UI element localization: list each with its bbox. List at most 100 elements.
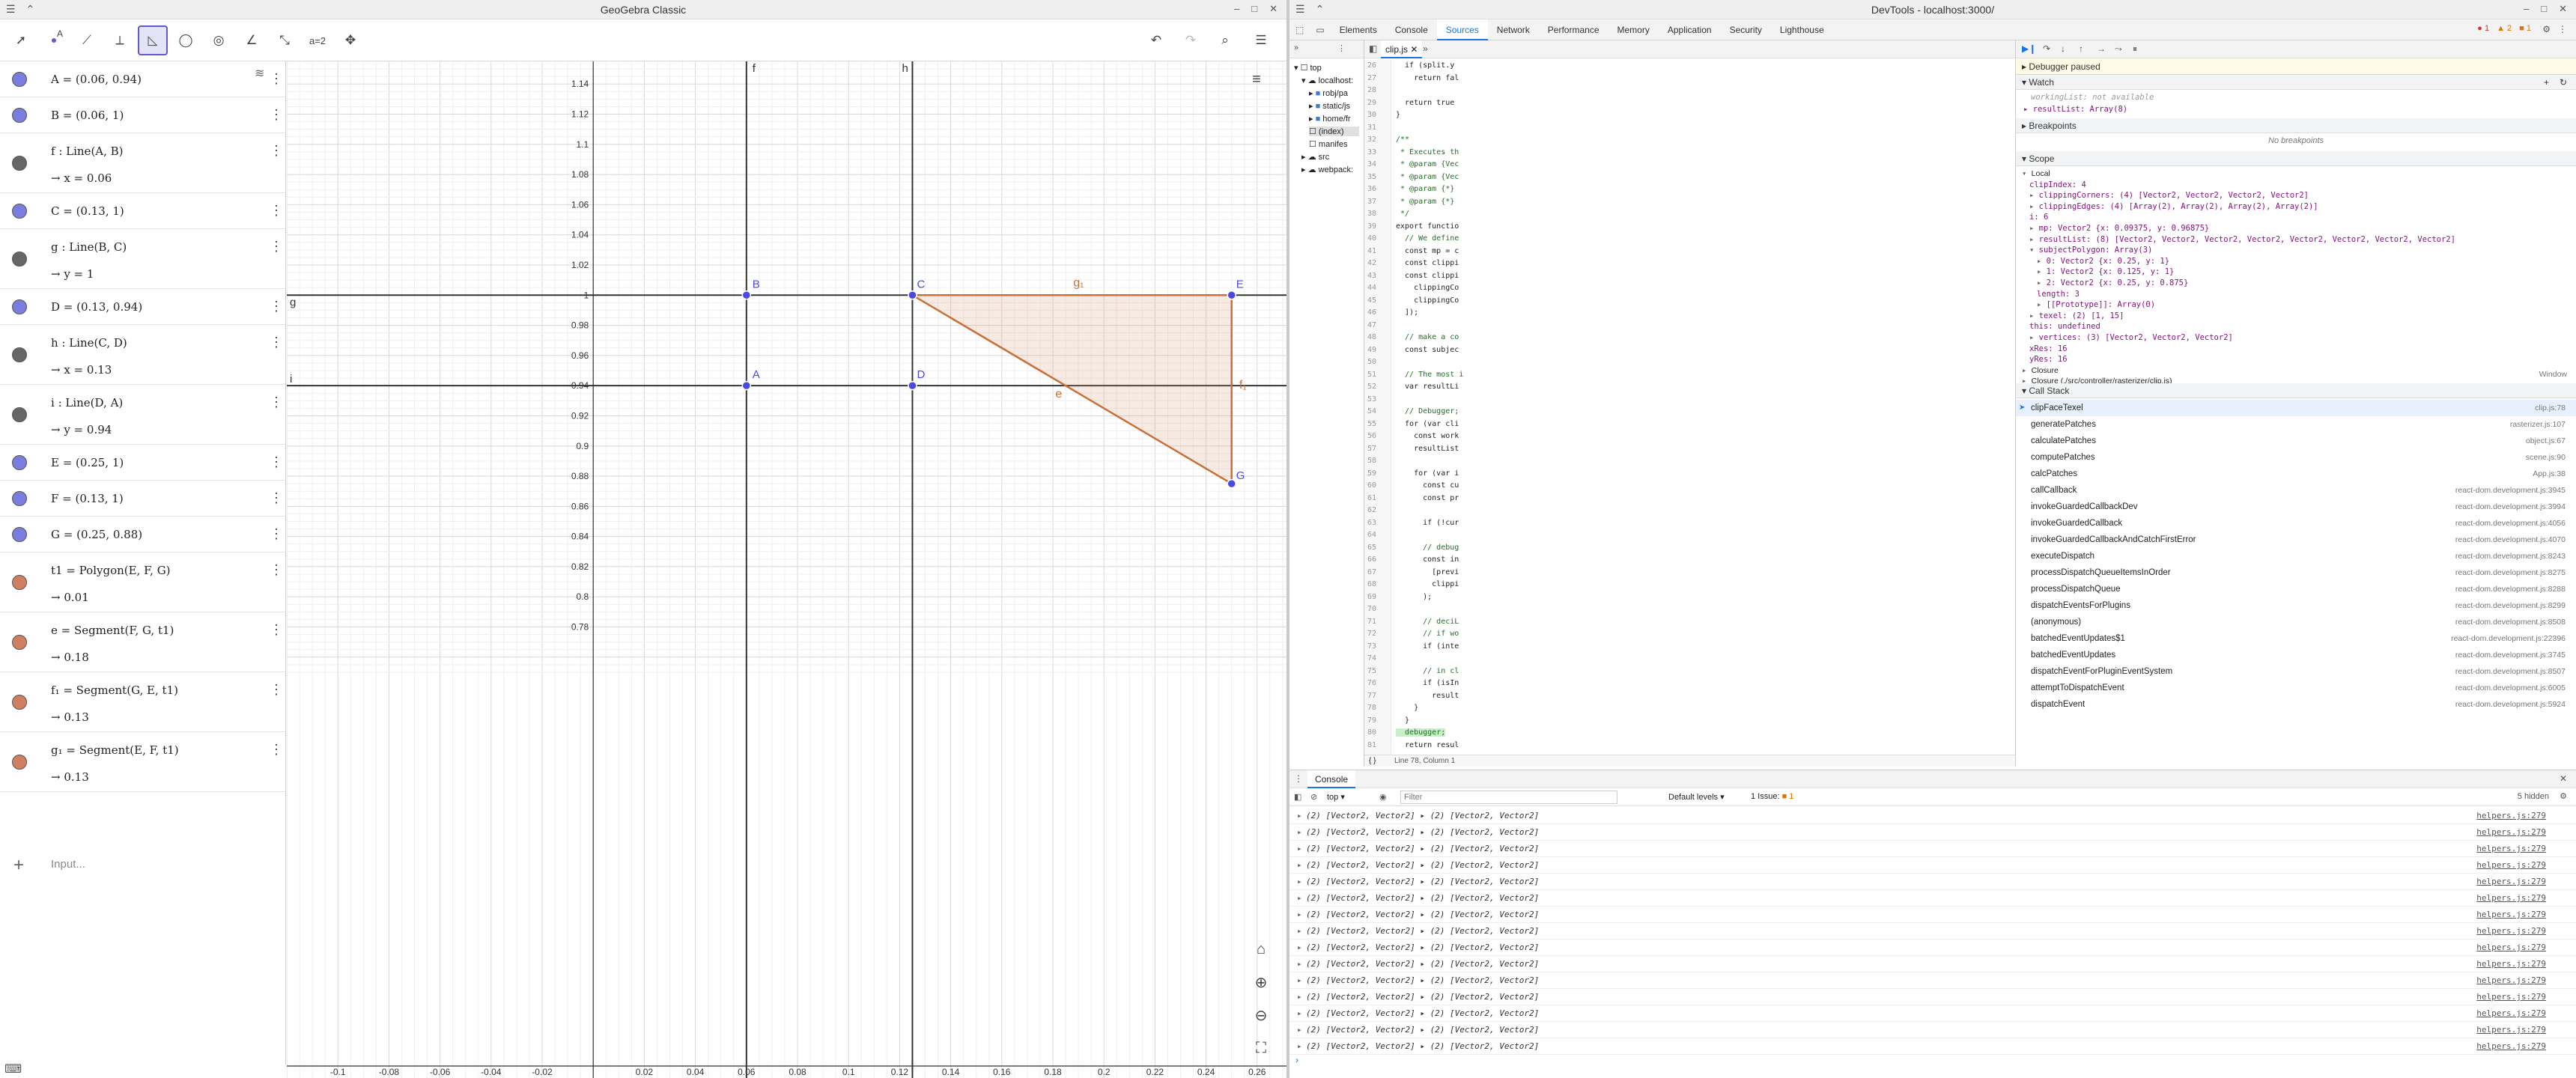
context-select[interactable]: top ▾ [1327,792,1345,802]
move-tool-icon[interactable]: ➚ [6,25,36,55]
item-menu-icon[interactable]: ⋮ [270,108,283,121]
line-number[interactable]: 53 [1367,395,1376,404]
drawer-menu-icon[interactable]: ⋮ [1294,773,1303,784]
scope-entry[interactable]: ▸ mp: Vector2 {x: 0.09375, y: 0.96875} [2029,224,2209,233]
line-number[interactable]: 56 [1367,432,1376,440]
line-number[interactable]: 73 [1367,642,1376,651]
console-message[interactable]: ▸ (2) [Vector2, Vector2] ▸ (2) [Vector2, … [1289,1022,2576,1038]
graphics-canvas[interactable]: -0.1-0.08-0.06-0.04-0.020.020.040.060.08… [287,61,1287,1078]
console-message[interactable]: ▸ (2) [Vector2, Vector2] ▸ (2) [Vector2, … [1289,874,2576,890]
line-number[interactable]: 72 [1367,630,1376,638]
console-source-link[interactable]: helpers.js:279 [2476,841,2546,857]
keyboard-icon[interactable]: ⌨ [4,1062,22,1077]
step-icon[interactable]: → [2097,43,2106,54]
item-menu-icon[interactable]: ⋮ [270,527,283,540]
deactivate-breakpoints-icon[interactable]: ⤳ [2115,43,2122,55]
console-message[interactable]: ▸ (2) [Vector2, Vector2] ▸ (2) [Vector2, … [1289,857,2576,874]
console-message[interactable]: ▸ (2) [Vector2, Vector2] ▸ (2) [Vector2, … [1289,1005,2576,1022]
algebra-item[interactable]: G = (0.25, 0.88) ⋮ [0,517,285,552]
device-toggle-icon[interactable]: ▭ [1310,25,1330,35]
line-number[interactable]: 74 [1367,654,1376,663]
menu-icon[interactable]: ☰ [1295,3,1305,16]
expand-icon[interactable]: ▸ [1297,956,1302,972]
callstack-frame[interactable]: processDispatchQueueItemsInOrder react-do… [2016,564,2576,581]
callstack-frame[interactable]: dispatchEventsForPlugins react-dom.develo… [2016,597,2576,614]
line-number[interactable]: 60 [1367,481,1376,490]
nav-item-folder[interactable]: ▸ ■ robj/pa [1309,88,1348,98]
algebra-item[interactable]: E = (0.25, 1) ⋮ [0,445,285,481]
scope-entry[interactable]: yRes: 16 [2029,355,2068,364]
point-a[interactable] [741,380,752,391]
console-source-link[interactable]: helpers.js:279 [2476,824,2546,841]
line-tool-icon[interactable]: ⟋ [72,25,102,55]
console-source-link[interactable]: helpers.js:279 [2476,972,2546,989]
algebra-item[interactable]: i : Line(D, A) → y = 0.94 ⋮ [0,385,285,445]
expand-icon[interactable]: ▸ [1297,890,1302,907]
watch-header[interactable]: ▾ Watch + ↻ [2016,75,2576,90]
frame-location[interactable]: object.js:67 [2526,433,2566,449]
scope-entry[interactable]: ▸ clippingEdges: (4) [Array(2), Array(2)… [2029,202,2318,211]
line-number[interactable]: 68 [1367,580,1376,588]
expand-icon[interactable]: ▸ [1297,824,1302,841]
watch-expression[interactable]: ▸ resultList: Array(8) [2023,105,2127,114]
console-message[interactable]: ▸ (2) [Vector2, Vector2] ▸ (2) [Vector2, … [1289,808,2576,824]
scope-entry[interactable]: this: undefined [2029,322,2100,331]
line-number[interactable]: 70 [1367,605,1376,613]
line-number[interactable]: 28 [1367,86,1376,94]
algebra-definition[interactable]: h : Line(C, D) [51,336,127,350]
settings-icon[interactable]: ⚙ [2542,24,2551,34]
console-message[interactable]: ▸ (2) [Vector2, Vector2] ▸ (2) [Vector2, … [1289,907,2576,923]
scope-entry[interactable]: ▸ 1: Vector2 {x: 0.125, y: 1} [2037,267,2174,276]
console-source-link[interactable]: helpers.js:279 [2476,956,2546,972]
line-number[interactable]: 48 [1367,333,1376,341]
angle-tool-icon[interactable]: ∠ [237,25,267,55]
expand-icon[interactable]: ▸ [2029,235,2039,244]
line-number[interactable]: 66 [1367,555,1376,564]
algebra-item[interactable]: B = (0.06, 1) ⋮ [0,97,285,133]
nav-item-folder[interactable]: ▸ ■ home/fr [1309,114,1351,124]
line-number[interactable]: 80 [1367,728,1376,737]
algebra-definition[interactable]: g : Line(B, C) [51,240,127,254]
line-number[interactable]: 40 [1367,234,1376,243]
pause-on-exceptions-icon[interactable]: ⏸ [2133,43,2137,55]
maximize-icon[interactable]: □ [2541,3,2547,15]
point-tool-icon[interactable]: A [39,25,69,55]
menu-icon[interactable]: ☰ [6,3,16,16]
scope-entry[interactable]: ▸ texel: (2) [1, 15] [2029,311,2124,320]
console-message[interactable]: ▸ (2) [Vector2, Vector2] ▸ (2) [Vector2, … [1289,940,2576,956]
callstack-frame[interactable]: dispatchEventForPluginEventSystem react-d… [2016,663,2576,680]
expand-icon[interactable]: ▸ [2037,257,2047,266]
frame-location[interactable]: react-dom.development.js:3945 [2455,482,2566,499]
frame-location[interactable]: react-dom.development.js:8288 [2455,581,2566,597]
algebra-item[interactable]: g₁ = Segment(E, F, t1) → 0.13 ⋮ [0,732,285,792]
item-menu-icon[interactable]: ⋮ [270,395,283,409]
frame-location[interactable]: scene.js:90 [2526,449,2566,466]
error-badge[interactable]: ● 1 [2477,24,2489,33]
line-number[interactable]: 45 [1367,296,1376,305]
console-source-link[interactable]: helpers.js:279 [2476,1022,2546,1038]
visibility-toggle-icon[interactable] [12,252,27,267]
line-number[interactable]: 78 [1367,704,1376,712]
line-number[interactable]: 54 [1367,407,1376,415]
line-number[interactable]: 26 [1367,61,1376,70]
add-watch-icon[interactable]: + [2544,75,2549,90]
item-menu-icon[interactable]: ⋮ [270,204,283,217]
graphics-style-icon[interactable]: ≡ [1243,66,1270,93]
line-number[interactable]: 57 [1367,445,1376,453]
expand-icon[interactable]: ▸ [1297,808,1302,824]
point-c[interactable] [908,290,917,300]
visibility-toggle-icon[interactable] [12,299,27,314]
algebra-item[interactable]: C = (0.13, 1) ⋮ [0,193,285,229]
frame-location[interactable]: react-dom.development.js:3994 [2455,499,2566,515]
frame-location[interactable]: react-dom.development.js:3745 [2455,647,2566,663]
main-menu-icon[interactable]: ☰ [1246,25,1276,55]
tab-performance[interactable]: Performance [1539,19,1609,40]
expand-icon[interactable]: ▸ [2022,366,2032,375]
tab-console[interactable]: Console [1386,19,1437,40]
algebra-definition[interactable]: g₁ = Segment(E, F, t1) [51,743,179,757]
expand-icon[interactable]: ▸ [2037,267,2047,276]
log-levels-select[interactable]: Default levels ▾ [1668,792,1725,802]
home-icon[interactable]: ⌂ [1248,936,1275,963]
point-g[interactable] [1227,478,1236,489]
step-out-icon[interactable]: ↑ [2079,43,2083,54]
